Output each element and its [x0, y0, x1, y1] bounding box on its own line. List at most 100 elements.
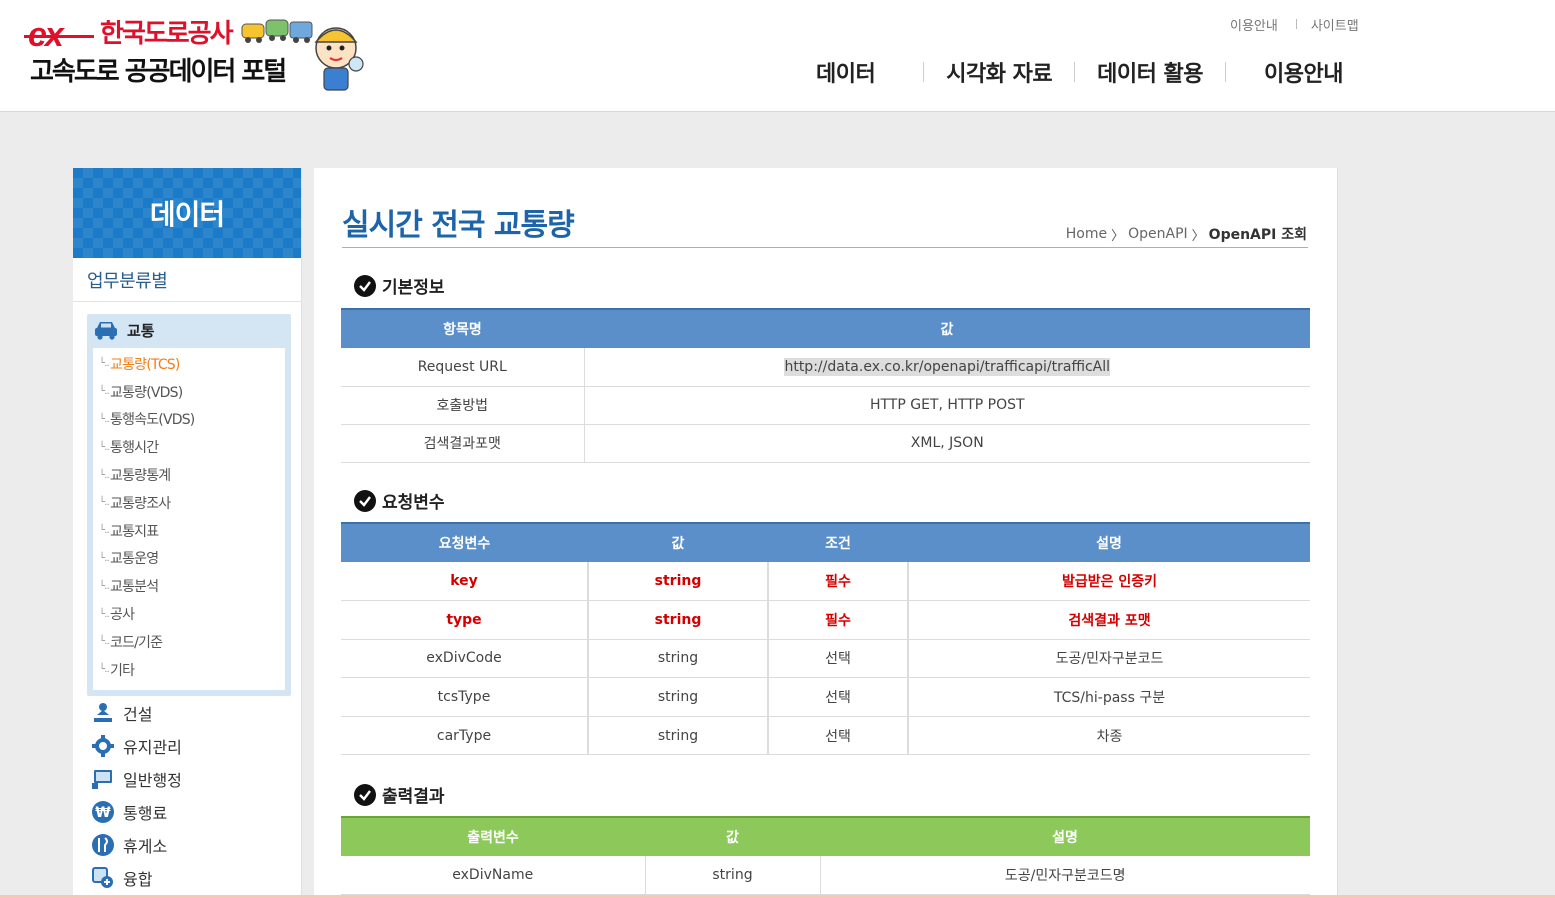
sub-item-traffic-vds[interactable]: └.. 교통량(VDS)	[93, 378, 285, 406]
site-logo[interactable]: ex 한국도로공사 고속도로 공공데이터 포털	[24, 14, 368, 94]
table-row: 검색결과포맷 XML, JSON	[341, 424, 1310, 463]
sidebar-subtitle: 업무분류별	[73, 258, 301, 302]
sub-item-etc[interactable]: └.. 기타	[93, 656, 285, 684]
tree-branch-icon: └..	[99, 413, 110, 425]
fusion-icon	[92, 866, 113, 888]
category-traffic-group: 교통 └.. 교통량(TCS) └.. 교통량(VDS) └.. 통행속도(VDS) …	[87, 314, 291, 696]
rest-area-icon	[92, 833, 114, 856]
sidebar: 데이터 업무분류별 교통 └.. 교통량(TCS) └.. 교통량(VDS) └..…	[73, 168, 302, 898]
table-cell: HTTP GET, HTTP POST	[583, 386, 1310, 425]
sub-item-construction-work[interactable]: └.. 공사	[93, 600, 285, 628]
table-cell: string	[587, 562, 768, 602]
admin-icon	[92, 769, 112, 789]
breadcrumb-openapi[interactable]: OpenAPI	[1128, 226, 1188, 242]
sub-item-label: 공사	[109, 607, 135, 624]
sub-item-travel-time[interactable]: └.. 통행시간	[93, 433, 285, 461]
main-content: 실시간 전국 교통량 Home 〉 OpenAPI 〉 OpenAPI 조회 기…	[314, 168, 1338, 898]
title-divider	[342, 247, 1308, 248]
table-cell: 호출방법	[341, 386, 584, 425]
table-header-row: 출력변수 값 설명	[341, 816, 1310, 856]
category-rest-area[interactable]: 휴게소	[91, 828, 291, 861]
column-header: 설명	[820, 816, 1310, 856]
section-title: 요청변수	[382, 493, 445, 513]
category-label: 유지관리	[123, 737, 182, 757]
sub-item-label: 교통량조사	[109, 495, 171, 512]
table-row: tcsType string 선택 TCS/hi-pass 구분	[341, 677, 1310, 717]
table-cell: 발급받은 인증키	[907, 562, 1310, 602]
gnb-item-data-usage[interactable]: 데이터 활용	[1097, 56, 1203, 88]
util-link-sitemap[interactable]: 사이트맵	[1311, 15, 1359, 34]
sub-item-traffic-survey[interactable]: └.. 교통량조사	[93, 489, 285, 517]
sub-item-traffic-stats[interactable]: └.. 교통량통계	[93, 461, 285, 489]
breadcrumb-current: OpenAPI 조회	[1208, 227, 1307, 243]
sub-item-speed-vds[interactable]: └.. 통행속도(VDS)	[93, 406, 285, 434]
column-header: 값	[588, 522, 768, 562]
table-cell: 선택	[767, 716, 908, 756]
gnb-item-guide[interactable]: 이용안내	[1264, 56, 1343, 88]
column-header: 출력변수	[341, 816, 645, 856]
sub-item-traffic-tcs[interactable]: └.. 교통량(TCS)	[93, 350, 285, 378]
table-cell: 도공/민자구분코드	[907, 639, 1310, 679]
check-circle-icon	[354, 274, 376, 297]
util-divider	[1295, 19, 1297, 29]
logo-ex-mark: ex	[24, 16, 94, 54]
category-admin[interactable]: 일반행정	[91, 762, 291, 795]
category-toll[interactable]: ₩ 통행료	[91, 795, 291, 828]
gnb-divider	[923, 62, 925, 82]
sub-item-traffic-index[interactable]: └.. 교통지표	[93, 517, 285, 545]
tree-branch-icon: └..	[99, 497, 110, 509]
sub-item-traffic-analysis[interactable]: └.. 교통분석	[93, 572, 285, 600]
table-cell: 차종	[907, 716, 1310, 756]
section-title: 출력결과	[382, 787, 445, 807]
chevron-right-icon: 〉	[1191, 228, 1205, 244]
gnb-item-visualization[interactable]: 시각화 자료	[946, 56, 1052, 88]
table-cell: exDivCode	[341, 639, 588, 679]
category-maintenance[interactable]: 유지관리	[91, 729, 291, 762]
output-table: 출력변수 값 설명 exDivName string 도공/민자구분코드명	[341, 816, 1310, 895]
table-cell: 필수	[767, 562, 908, 602]
sub-item-label: 교통량(VDS)	[109, 384, 183, 401]
category-label: 건설	[123, 704, 153, 724]
tree-branch-icon: └..	[99, 664, 110, 676]
breadcrumb-home[interactable]: Home	[1066, 226, 1107, 242]
table-cell: http://data.ex.co.kr/openapi/trafficapi/…	[583, 348, 1310, 387]
request-url-value[interactable]: http://data.ex.co.kr/openapi/trafficapi/…	[784, 357, 1111, 376]
check-circle-icon	[354, 489, 376, 512]
table-cell: 선택	[767, 677, 908, 717]
table-row: exDivName string 도공/민자구분코드명	[341, 856, 1310, 895]
site-header: ex 한국도로공사 고속도로 공공데이터 포털 이용안내 사이트맵 데이터 시각…	[0, 0, 1555, 112]
table-cell: XML, JSON	[583, 424, 1310, 463]
table-cell: 선택	[767, 639, 908, 679]
sub-item-traffic-operation[interactable]: └.. 교통운영	[93, 545, 285, 573]
basic-info-table: 항목명 값 Request URL http://data.ex.co.kr/o…	[341, 308, 1310, 463]
column-header: 요청변수	[341, 522, 588, 562]
tree-branch-icon: └..	[99, 469, 110, 481]
tree-branch-icon: └..	[99, 608, 110, 620]
page-title: 실시간 전국 교통량	[342, 208, 575, 243]
sub-item-code-standard[interactable]: └.. 코드/기준	[93, 628, 285, 656]
table-cell: string	[587, 677, 768, 717]
maintenance-icon	[92, 734, 114, 757]
category-traffic[interactable]: 교통	[87, 314, 291, 346]
sub-item-label: 교통분석	[109, 579, 159, 596]
table-cell: TCS/hi-pass 구분	[907, 677, 1310, 717]
table-cell: 검색결과 포맷	[907, 600, 1310, 640]
construction-icon	[94, 702, 112, 722]
sidebar-title: 데이터	[73, 168, 301, 258]
table-cell: exDivName	[341, 856, 645, 895]
table-cell: tcsType	[341, 677, 588, 717]
section-title: 기본정보	[382, 278, 445, 298]
table-row: Request URL http://data.ex.co.kr/openapi…	[341, 348, 1310, 387]
gnb-item-data[interactable]: 데이터	[816, 56, 876, 88]
sub-item-label: 기타	[109, 662, 135, 679]
request-params-table: 요청변수 값 조건 설명 key string 필수 발급받은 인증키 type…	[341, 522, 1310, 756]
category-fusion[interactable]: 융합	[91, 861, 291, 894]
tree-branch-icon: └..	[99, 358, 110, 370]
gnb-divider	[1074, 62, 1076, 82]
table-cell: string	[587, 600, 768, 640]
tree-branch-icon: └..	[99, 636, 110, 648]
category-construction[interactable]: 건설	[91, 696, 291, 729]
chevron-right-icon: 〉	[1111, 228, 1125, 244]
util-link-guide[interactable]: 이용안내	[1230, 15, 1278, 34]
tree-branch-icon: └..	[99, 441, 110, 453]
